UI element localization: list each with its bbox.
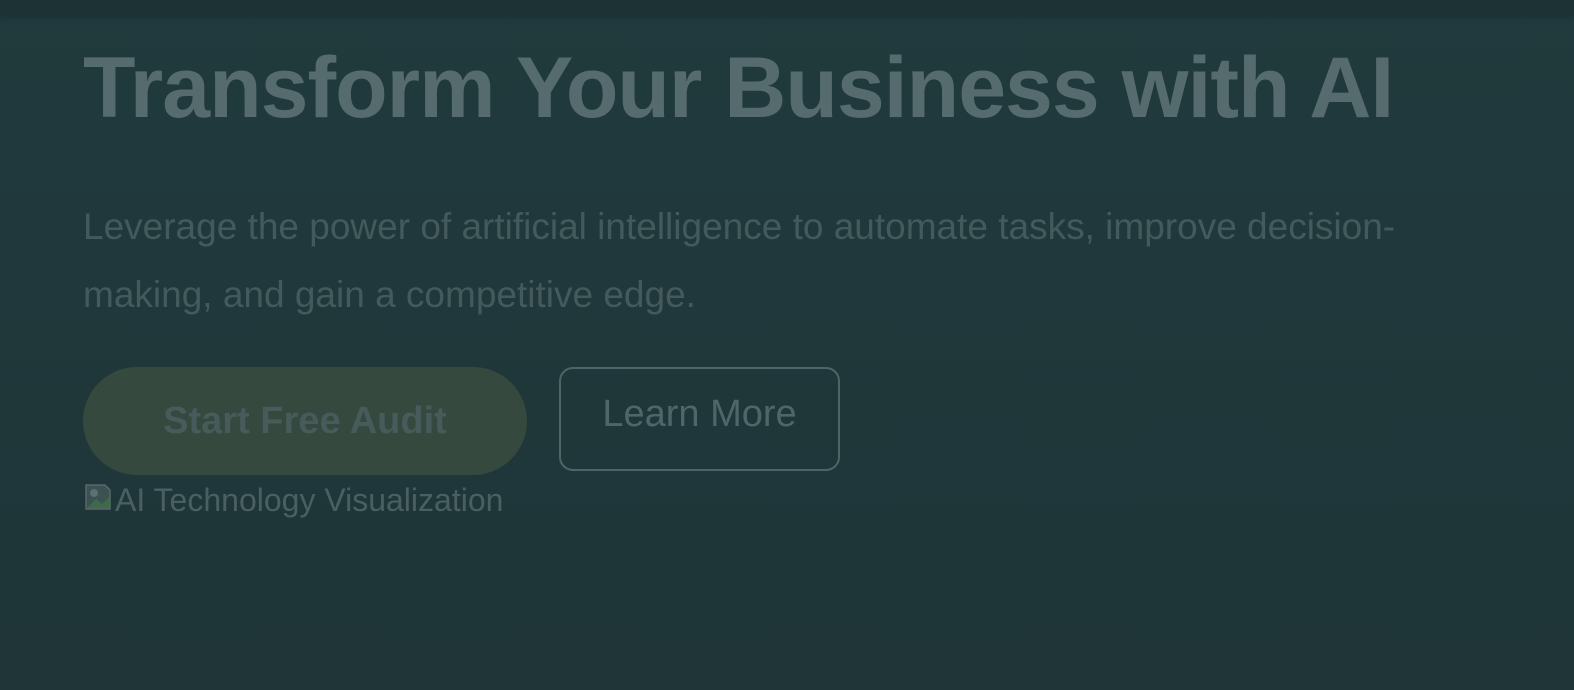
hero-image-alt-text: AI Technology Visualization: [115, 481, 504, 518]
top-header-bar: [0, 0, 1574, 16]
hero-title: Transform Your Business with AI: [83, 40, 1394, 136]
learn-more-button[interactable]: Learn More: [559, 367, 840, 471]
start-free-audit-button[interactable]: Start Free Audit: [83, 367, 527, 475]
broken-image-icon: [83, 482, 113, 512]
hero-subtitle: Leverage the power of artificial intelli…: [83, 206, 1396, 315]
hero-section: Transform Your Business with AI Leverage…: [83, 38, 1523, 329]
hero-image: AI Technology Visualization: [83, 478, 503, 522]
page: Transform Your Business with AI Leverage…: [0, 0, 1574, 690]
